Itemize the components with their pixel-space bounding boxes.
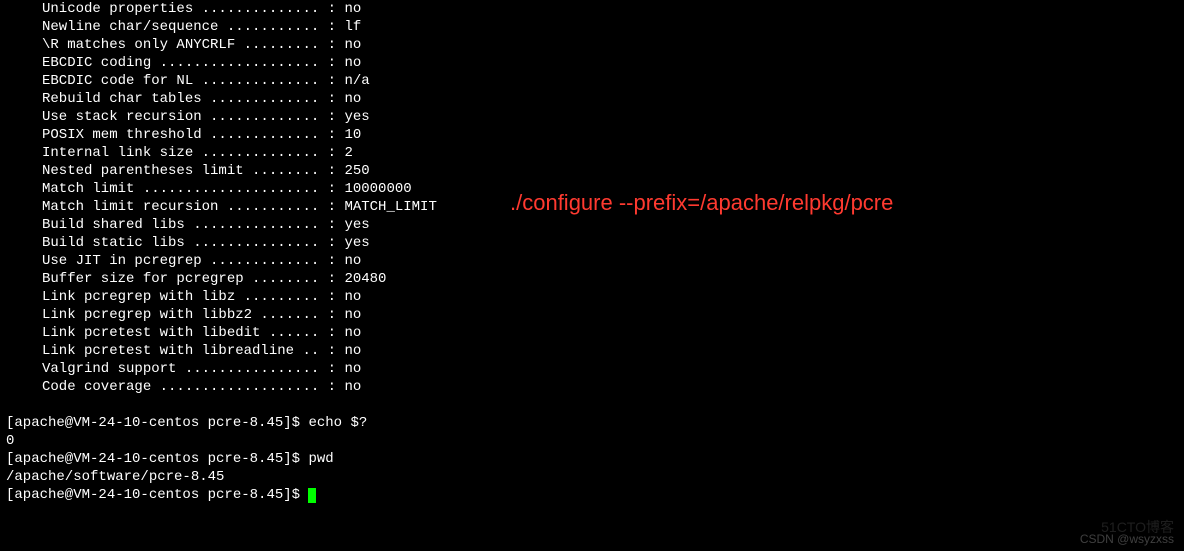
config-line: Nested parentheses limit ........ : 250 [0,162,1184,180]
watermark-csdn: CSDN @wsyzxss [1080,533,1174,545]
prompt-current[interactable]: [apache@VM-24-10-centos pcre-8.45]$ [0,486,1184,504]
config-line: Link pcretest with libreadline .. : no [0,342,1184,360]
prompt-echo: [apache@VM-24-10-centos pcre-8.45]$ echo… [0,414,1184,432]
config-line: Build static libs ............... : yes [0,234,1184,252]
config-line: Use JIT in pcregrep ............. : no [0,252,1184,270]
config-line: Build shared libs ............... : yes [0,216,1184,234]
config-line: Link pcretest with libedit ...... : no [0,324,1184,342]
output-pwd: /apache/software/pcre-8.45 [0,468,1184,486]
annotation-command-overlay: ./configure --prefix=/apache/relpkg/pcre [510,190,893,216]
config-line: Unicode properties .............. : no [0,0,1184,18]
watermark-attribution: 51CTO博客 CSDN @wsyzxss [1080,521,1174,545]
cursor-block [308,488,316,503]
config-line: POSIX mem threshold ............. : 10 [0,126,1184,144]
terminal-output[interactable]: Unicode properties .............. : noNe… [0,0,1184,504]
config-line: EBCDIC code for NL .............. : n/a [0,72,1184,90]
config-line: Use stack recursion ............. : yes [0,108,1184,126]
prompt-pwd: [apache@VM-24-10-centos pcre-8.45]$ pwd [0,450,1184,468]
config-line: Code coverage ................... : no [0,378,1184,396]
config-line: Link pcregrep with libbz2 ....... : no [0,306,1184,324]
config-line: Link pcregrep with libz ......... : no [0,288,1184,306]
blank-line [0,396,1184,414]
config-line: Newline char/sequence ........... : lf [0,18,1184,36]
config-line: \R matches only ANYCRLF ......... : no [0,36,1184,54]
config-line: Valgrind support ................ : no [0,360,1184,378]
config-line: EBCDIC coding ................... : no [0,54,1184,72]
config-line: Buffer size for pcregrep ........ : 2048… [0,270,1184,288]
output-echo: 0 [0,432,1184,450]
config-line: Internal link size .............. : 2 [0,144,1184,162]
config-line: Rebuild char tables ............. : no [0,90,1184,108]
